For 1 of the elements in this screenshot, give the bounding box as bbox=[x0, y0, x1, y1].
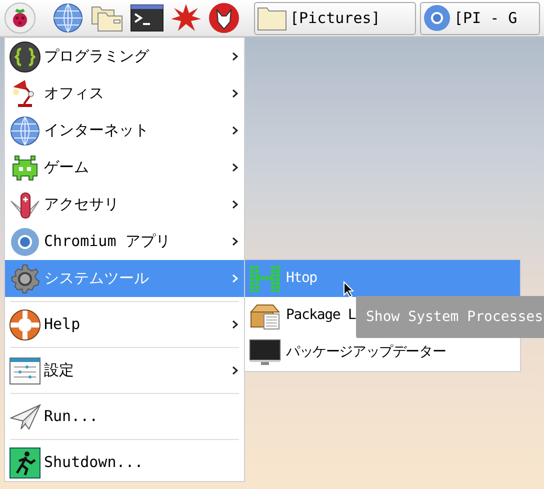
tooltip: Show System Processes bbox=[356, 296, 544, 338]
